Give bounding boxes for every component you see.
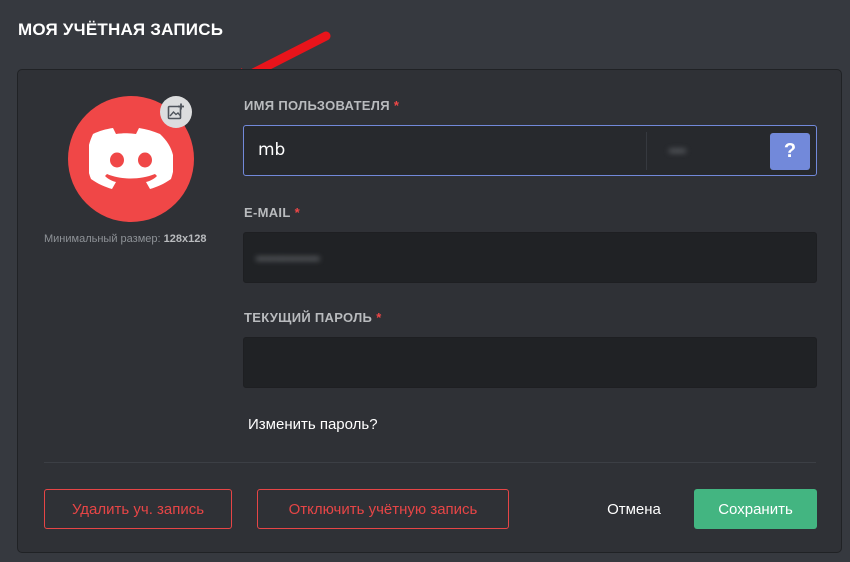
change-password-link[interactable]: Изменить пароль?: [248, 416, 378, 433]
discord-logo-icon: [89, 128, 173, 189]
min-size-value: 128x128: [163, 233, 207, 245]
min-size-label: Минимальный размер:: [44, 233, 161, 245]
delete-account-button[interactable]: Удалить уч. запись: [44, 489, 232, 529]
email-input[interactable]: ••••••••••••••: [243, 232, 817, 283]
save-button[interactable]: Сохранить: [694, 489, 817, 529]
min-size-hint: Минимальный размер: 128x128: [44, 233, 206, 245]
email-value: ••••••••••••••: [256, 251, 320, 266]
avatar-container[interactable]: [68, 96, 194, 222]
username-input[interactable]: mb •••• ?: [243, 125, 817, 176]
password-input[interactable]: [243, 337, 817, 388]
divider: [44, 462, 816, 463]
required-mark: *: [376, 310, 382, 325]
username-label-text: ИМЯ ПОЛЬЗОВАТЕЛЯ: [244, 98, 390, 113]
disable-account-button[interactable]: Отключить учётную запись: [257, 489, 509, 529]
discriminator-field[interactable]: ••••: [669, 144, 686, 158]
required-mark: *: [294, 205, 300, 220]
email-label-text: E-MAIL: [244, 205, 291, 220]
password-label-text: ТЕКУЩИЙ ПАРОЛЬ: [244, 310, 373, 325]
username-value: mb: [258, 140, 286, 160]
required-mark: *: [393, 98, 400, 113]
help-button[interactable]: ?: [770, 133, 810, 170]
cancel-button[interactable]: Отмена: [592, 489, 676, 529]
email-label: E-MAIL *: [244, 205, 300, 220]
discriminator-divider: [646, 132, 647, 170]
username-label: ИМЯ ПОЛЬЗОВАТЕЛЯ *: [244, 98, 399, 113]
password-label: ТЕКУЩИЙ ПАРОЛЬ *: [244, 310, 382, 325]
account-card: Минимальный размер: 128x128 ИМЯ ПОЛЬЗОВА…: [17, 69, 842, 553]
add-image-icon: [167, 103, 184, 120]
upload-avatar-button[interactable]: [160, 96, 192, 128]
